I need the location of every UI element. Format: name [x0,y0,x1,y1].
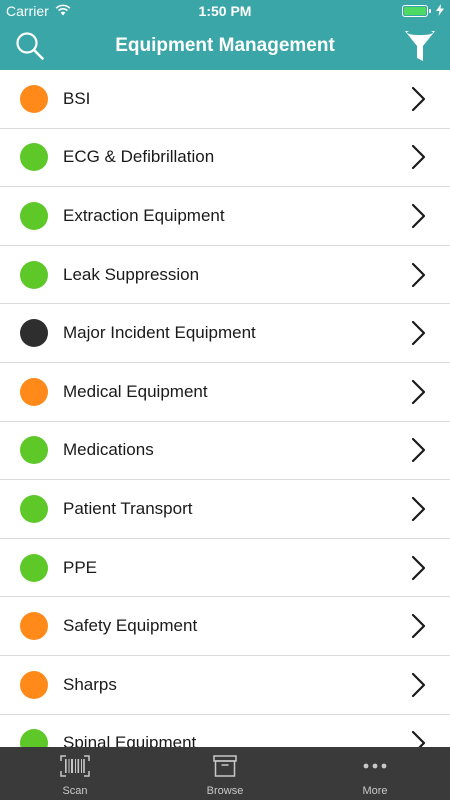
navigation-bar: Equipment Management [0,22,450,70]
chevron-right-icon [408,496,430,522]
list-item[interactable]: Safety Equipment [0,597,450,656]
wifi-icon [55,3,71,19]
chevron-right-icon [408,144,430,170]
status-time: 1:50 PM [198,3,252,19]
page-title: Equipment Management [115,35,335,56]
filter-icon[interactable] [402,27,438,65]
list-item[interactable]: Medications [0,422,450,481]
list-item-label: Medical Equipment [63,381,208,401]
status-indicator-dot [20,377,48,406]
chevron-right-icon [408,379,430,405]
chevron-right-icon [408,555,430,581]
chevron-right-icon [408,613,430,639]
list-item[interactable]: Major Incident Equipment [0,304,450,363]
list-item-label: Patient Transport [63,498,193,518]
tab-browse[interactable]: Browse [150,747,300,800]
battery-icon [401,5,431,17]
list-item-label: Medications [63,440,154,460]
tab-label-browse: Browse [206,785,244,797]
search-icon[interactable] [14,30,46,62]
chevron-right-icon [408,730,430,747]
list-item[interactable]: Sharps [0,656,450,715]
chevron-right-icon [408,86,430,112]
list-item-label: Sharps [63,674,117,694]
list-item-label: PPE [63,557,98,577]
status-indicator-dot [20,494,48,523]
chevron-right-icon [408,203,430,229]
charging-bolt-icon [435,3,444,19]
chevron-right-icon [408,262,430,288]
tab-scan[interactable]: Scan [0,747,150,800]
status-right [304,3,444,19]
list-item-label: Major Incident Equipment [63,323,256,343]
status-indicator-dot [20,201,48,230]
status-indicator-dot [20,84,48,113]
archive-box-icon [213,753,237,779]
status-indicator-dot [20,319,48,348]
status-indicator-dot [20,143,48,172]
list-item-label: Extraction Equipment [63,205,225,225]
chevron-right-icon [408,437,430,463]
list-item[interactable]: Medical Equipment [0,363,450,422]
status-indicator-dot [20,436,48,465]
tab-bar: Scan Browse More [0,747,450,800]
barcode-icon [60,753,90,779]
list-item[interactable]: Patient Transport [0,480,450,539]
list-item-label: BSI [63,88,91,108]
status-indicator-dot [20,612,48,641]
battery-level [403,7,426,15]
equipment-list: BSI ECG & Defibrillation Extraction Equipm… [0,70,450,747]
list-item[interactable]: Extraction Equipment [0,187,450,246]
tab-label-more: More [362,785,388,797]
status-indicator-dot [20,729,48,747]
list-item-label: Spinal Equipment [63,733,197,747]
chevron-right-icon [408,320,430,346]
list-item-label: Safety Equipment [63,616,198,636]
list-item[interactable]: BSI [0,70,450,129]
list-item[interactable]: Leak Suppression [0,246,450,305]
chevron-right-icon [408,672,430,698]
tab-label-scan: Scan [62,785,88,797]
status-indicator-dot [20,670,48,699]
list-item-label: ECG & Defibrillation [63,147,215,167]
list-item[interactable]: Spinal Equipment [0,715,450,747]
more-dots-icon [362,753,388,779]
list-item[interactable]: ECG & Defibrillation [0,129,450,188]
list-item-label: Leak Suppression [63,264,200,284]
status-left: Carrier [6,3,146,19]
status-bar: Carrier 1:50 PM [0,0,450,22]
tab-more[interactable]: More [300,747,450,800]
carrier-label: Carrier [6,3,49,19]
status-indicator-dot [20,260,48,289]
list-item[interactable]: PPE [0,539,450,598]
status-indicator-dot [20,553,48,582]
